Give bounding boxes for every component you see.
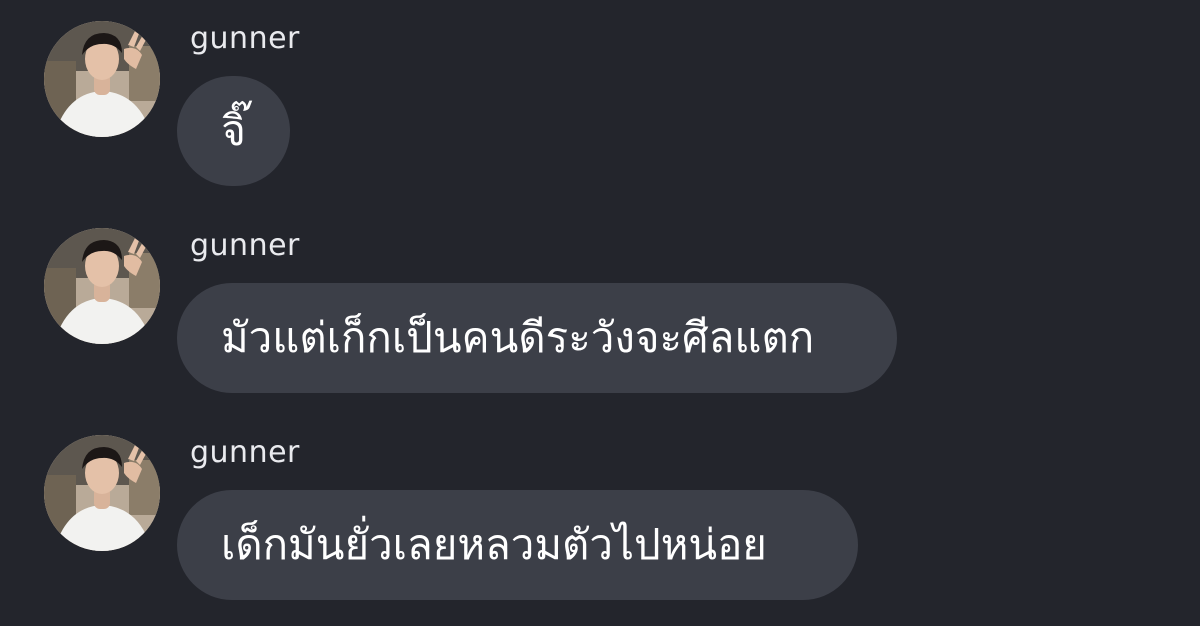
avatar[interactable] <box>44 21 160 137</box>
username: gunner <box>190 228 300 263</box>
message-bubble[interactable]: จิ๊ <box>177 76 290 186</box>
message-bubble[interactable]: มัวแต่เก็กเป็นคนดีระวังจะศีลแตก <box>177 283 897 393</box>
avatar-photo-icon <box>44 21 160 137</box>
username: gunner <box>190 435 300 470</box>
message-bubble[interactable]: เด็กมันยั่วเลยหลวมตัวไปหน่อย <box>177 490 858 600</box>
username: gunner <box>190 21 300 56</box>
avatar[interactable] <box>44 435 160 551</box>
avatar[interactable] <box>44 228 160 344</box>
avatar-photo-icon <box>44 228 160 344</box>
avatar-photo-icon <box>44 435 160 551</box>
